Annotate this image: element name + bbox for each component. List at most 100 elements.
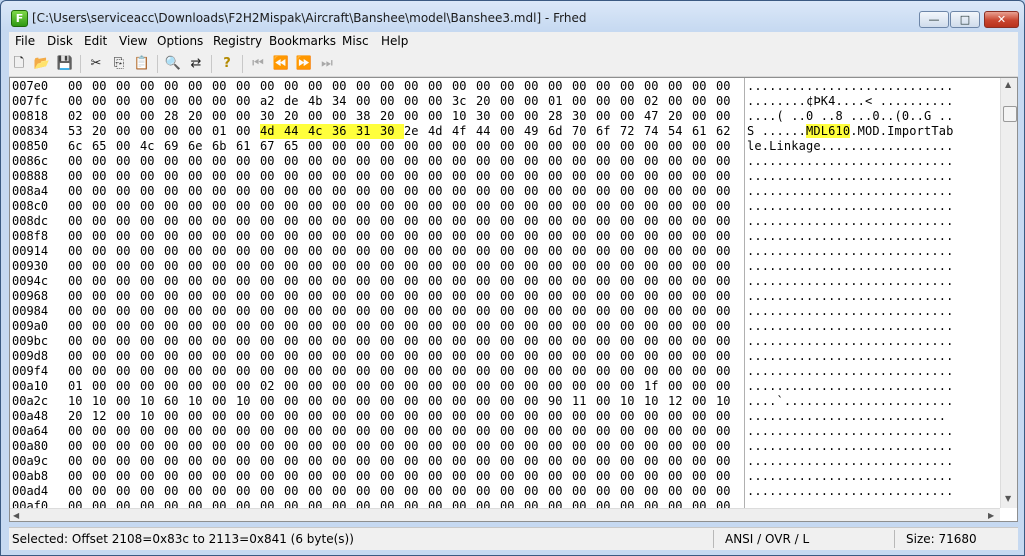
hex-byte[interactable]: 00 xyxy=(716,229,740,244)
hex-byte[interactable]: 10 xyxy=(140,409,164,424)
hex-byte[interactable]: 00 xyxy=(212,79,236,94)
hex-byte[interactable]: 00 xyxy=(356,184,380,199)
hex-byte[interactable]: 00 xyxy=(524,454,548,469)
hex-byte[interactable]: 00 xyxy=(356,424,380,439)
hex-byte[interactable]: 00 xyxy=(548,424,572,439)
hex-byte[interactable]: 10 xyxy=(716,394,740,409)
last-icon[interactable]: ⏭ xyxy=(317,54,337,74)
hex-byte[interactable]: 00 xyxy=(260,349,284,364)
hex-byte[interactable]: 00 xyxy=(596,289,620,304)
hex-byte[interactable]: 00 xyxy=(284,184,308,199)
hex-byte[interactable]: 00 xyxy=(596,319,620,334)
hex-byte[interactable]: 00 xyxy=(596,439,620,454)
hex-byte[interactable]: 00 xyxy=(188,409,212,424)
hex-byte[interactable]: 00 xyxy=(260,304,284,319)
hex-byte[interactable]: 00 xyxy=(500,379,524,394)
hex-byte[interactable]: 00 xyxy=(380,259,404,274)
hex-byte[interactable]: 00 xyxy=(452,79,476,94)
hex-byte[interactable]: 00 xyxy=(356,289,380,304)
hex-byte[interactable]: 00 xyxy=(284,154,308,169)
hex-byte[interactable]: 00 xyxy=(716,94,740,109)
hex-byte[interactable]: 00 xyxy=(428,199,452,214)
table-row[interactable]: 009bc 00 00 00 00 00 00 00 00 00 00 00 00 00 00 00 00 00 0… xyxy=(10,334,998,349)
hex-byte[interactable]: 00 xyxy=(476,139,500,154)
hex-byte[interactable]: 00 xyxy=(548,364,572,379)
hex-byte[interactable]: 00 xyxy=(452,244,476,259)
hex-byte[interactable]: 00 xyxy=(500,274,524,289)
hex-byte[interactable]: 49 xyxy=(524,124,548,139)
hex-byte[interactable]: 00 xyxy=(428,484,452,499)
hex-byte[interactable]: 10 xyxy=(68,394,92,409)
minimize-button[interactable]: — xyxy=(919,11,949,28)
hex-byte[interactable]: 00 xyxy=(380,169,404,184)
hex-byte[interactable]: 00 xyxy=(140,484,164,499)
hex-byte[interactable]: 00 xyxy=(404,259,428,274)
hex-byte[interactable]: 00 xyxy=(236,109,260,124)
hex-byte[interactable]: 00 xyxy=(596,169,620,184)
hex-byte[interactable]: 10 xyxy=(188,394,212,409)
hex-byte[interactable]: 20 xyxy=(284,109,308,124)
hex-byte[interactable]: 00 xyxy=(524,214,548,229)
hex-byte[interactable]: 02 xyxy=(260,379,284,394)
hex-byte[interactable]: 00 xyxy=(644,274,668,289)
hex-byte[interactable]: 00 xyxy=(92,424,116,439)
hex-byte[interactable]: 00 xyxy=(644,289,668,304)
hex-byte[interactable]: 00 xyxy=(692,244,716,259)
hex-byte[interactable]: 00 xyxy=(188,94,212,109)
hex-byte[interactable]: 00 xyxy=(284,469,308,484)
menu-edit[interactable]: Edit xyxy=(84,34,107,48)
hex-byte[interactable]: 00 xyxy=(260,199,284,214)
hex-byte[interactable]: 00 xyxy=(164,184,188,199)
hex-byte[interactable]: 00 xyxy=(428,409,452,424)
hex-byte[interactable]: 00 xyxy=(620,424,644,439)
hex-byte[interactable]: 00 xyxy=(428,439,452,454)
hex-byte[interactable]: 00 xyxy=(140,214,164,229)
hex-byte[interactable]: 00 xyxy=(284,379,308,394)
hex-byte[interactable]: 00 xyxy=(644,244,668,259)
new-file-icon[interactable]: 🗋 xyxy=(9,54,29,74)
hex-byte[interactable]: 00 xyxy=(620,469,644,484)
hex-byte[interactable]: 00 xyxy=(332,364,356,379)
maximize-button[interactable]: □ xyxy=(950,11,980,28)
table-row[interactable]: 008a4 00 00 00 00 00 00 00 00 00 00 00 00 00 00 00 00 00 0… xyxy=(10,184,998,199)
hex-byte[interactable]: 00 xyxy=(308,364,332,379)
hex-byte[interactable]: 00 xyxy=(68,304,92,319)
hex-byte[interactable]: 00 xyxy=(668,454,692,469)
table-row[interactable]: 00a2c 10 10 00 10 60 10 00 10 00 00 00 00 00 00 00 00 00 0… xyxy=(10,394,998,409)
hex-byte[interactable]: 00 xyxy=(692,484,716,499)
hex-byte[interactable]: 00 xyxy=(476,454,500,469)
hex-byte[interactable]: 00 xyxy=(236,319,260,334)
hex-byte[interactable]: 00 xyxy=(524,199,548,214)
hex-byte[interactable]: 00 xyxy=(236,229,260,244)
hex-byte[interactable]: 00 xyxy=(92,109,116,124)
hex-byte[interactable]: 00 xyxy=(572,94,596,109)
hex-byte[interactable]: 00 xyxy=(668,94,692,109)
hex-byte[interactable]: 00 xyxy=(692,454,716,469)
hex-byte[interactable]: 00 xyxy=(428,394,452,409)
hex-byte[interactable]: 00 xyxy=(164,469,188,484)
hex-byte[interactable]: 00 xyxy=(524,94,548,109)
hex-byte[interactable]: 00 xyxy=(596,259,620,274)
hex-byte[interactable]: 44 xyxy=(284,124,308,139)
hex-byte[interactable]: 00 xyxy=(116,289,140,304)
hex-byte[interactable]: 00 xyxy=(116,454,140,469)
hex-byte[interactable]: 00 xyxy=(596,484,620,499)
hex-byte[interactable]: 00 xyxy=(116,139,140,154)
hex-byte[interactable]: 00 xyxy=(404,274,428,289)
hex-byte[interactable]: 00 xyxy=(284,199,308,214)
menu-options[interactable]: Options xyxy=(157,34,203,48)
hex-byte[interactable]: 00 xyxy=(596,184,620,199)
hex-byte[interactable]: 00 xyxy=(668,364,692,379)
hex-byte[interactable]: 6f xyxy=(596,124,620,139)
menu-registry[interactable]: Registry xyxy=(213,34,262,48)
hex-byte[interactable]: 00 xyxy=(644,304,668,319)
hex-byte[interactable]: 00 xyxy=(356,199,380,214)
ascii-cell[interactable]: S ......MDL610.MOD.ImportTab xyxy=(747,124,987,139)
hex-byte[interactable]: 00 xyxy=(500,394,524,409)
hex-byte[interactable]: 00 xyxy=(404,184,428,199)
table-row[interactable]: 00818 02 00 00 00 28 20 00 00 30 20 00 00 38 20 00 00 10 3… xyxy=(10,109,998,124)
hex-byte[interactable]: 00 xyxy=(236,454,260,469)
ascii-cell[interactable]: ............................ xyxy=(747,379,987,394)
hex-byte[interactable]: 00 xyxy=(188,484,212,499)
hex-byte[interactable]: 00 xyxy=(620,229,644,244)
